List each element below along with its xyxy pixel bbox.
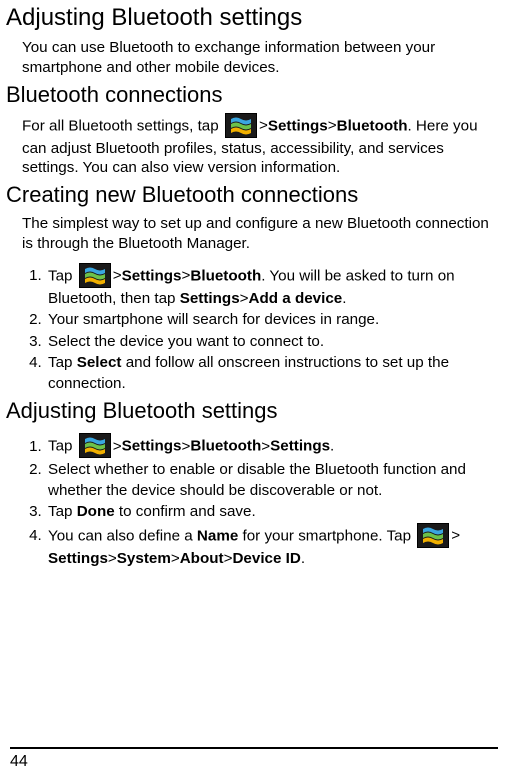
text: . [342,290,346,307]
text: for your smartphone. Tap [238,527,415,544]
settings-label: Settings [48,550,108,567]
adjusting-steps-list: Tap > Settings > Bluetooth > Settings. S… [22,434,498,569]
system-label: System [117,550,171,567]
breadcrumb-separator: > [328,116,337,136]
list-item: Tap Done to confirm and save. [46,502,498,523]
text: For all Bluetooth settings, tap [22,117,223,134]
done-label: Done [77,503,115,520]
heading-adjusting-bluetooth-settings-2: Adjusting Bluetooth settings [6,398,498,424]
settings-label: Settings [122,438,182,455]
heading-creating-new-bluetooth-connections: Creating new Bluetooth connections [6,182,498,208]
text: Tap [48,438,77,455]
select-label: Select [77,354,122,371]
windows-start-icon [417,523,449,548]
text: Tap [48,354,77,371]
breadcrumb-separator: > [113,266,122,287]
windows-start-icon [225,113,257,138]
add-a-device-label: Add a device [249,290,343,307]
breadcrumb-separator: > [113,437,122,458]
list-item: Tap Select and follow all onscreen instr… [46,353,498,394]
bluetooth-label: Bluetooth [337,117,408,134]
page: Adjusting Bluetooth settings You can use… [0,4,508,777]
text: Tap [48,503,77,520]
settings-label: Settings [268,117,328,134]
device-id-label: Device ID [232,550,300,567]
list-item: Tap > Settings > Bluetooth > Settings. [46,434,498,459]
breadcrumb-separator: > [259,116,268,136]
about-label: About [180,550,224,567]
breadcrumb-separator: > [171,549,180,570]
windows-start-icon [79,433,111,458]
list-item: Select the device you want to connect to… [46,332,498,353]
windows-start-icon [79,263,111,288]
breadcrumb-separator: > [108,549,117,570]
list-item: Your smartphone will search for devices … [46,310,498,331]
settings-label: Settings [122,267,182,284]
list-item: You can also define a Name for your smar… [46,524,498,570]
intro-paragraph: You can use Bluetooth to exchange inform… [22,38,492,78]
heading-adjusting-bluetooth-settings: Adjusting Bluetooth settings [6,4,498,32]
creating-paragraph: The simplest way to set up and configure… [22,214,492,254]
text: . [301,550,305,567]
heading-bluetooth-connections: Bluetooth connections [6,82,498,108]
name-label: Name [197,527,238,544]
breadcrumb-separator: > [261,437,270,458]
list-item: Tap > Settings > Bluetooth. You will be … [46,264,498,310]
bluetooth-connections-paragraph: For all Bluetooth settings, tap > Settin… [22,114,492,179]
page-number: 44 [10,747,498,771]
bluetooth-label: Bluetooth [190,438,261,455]
settings-label: Settings [270,438,330,455]
settings-label: Settings [180,290,240,307]
text: You can also define a [48,527,197,544]
text: to confirm and save. [115,503,256,520]
creating-steps-list: Tap > Settings > Bluetooth. You will be … [22,264,498,395]
breadcrumb-separator: > [240,289,249,310]
text: Tap [48,267,77,284]
list-item: Select whether to enable or disable the … [46,460,498,501]
breadcrumb-separator: > [451,526,460,547]
text: . [330,438,334,455]
bluetooth-label: Bluetooth [190,267,261,284]
